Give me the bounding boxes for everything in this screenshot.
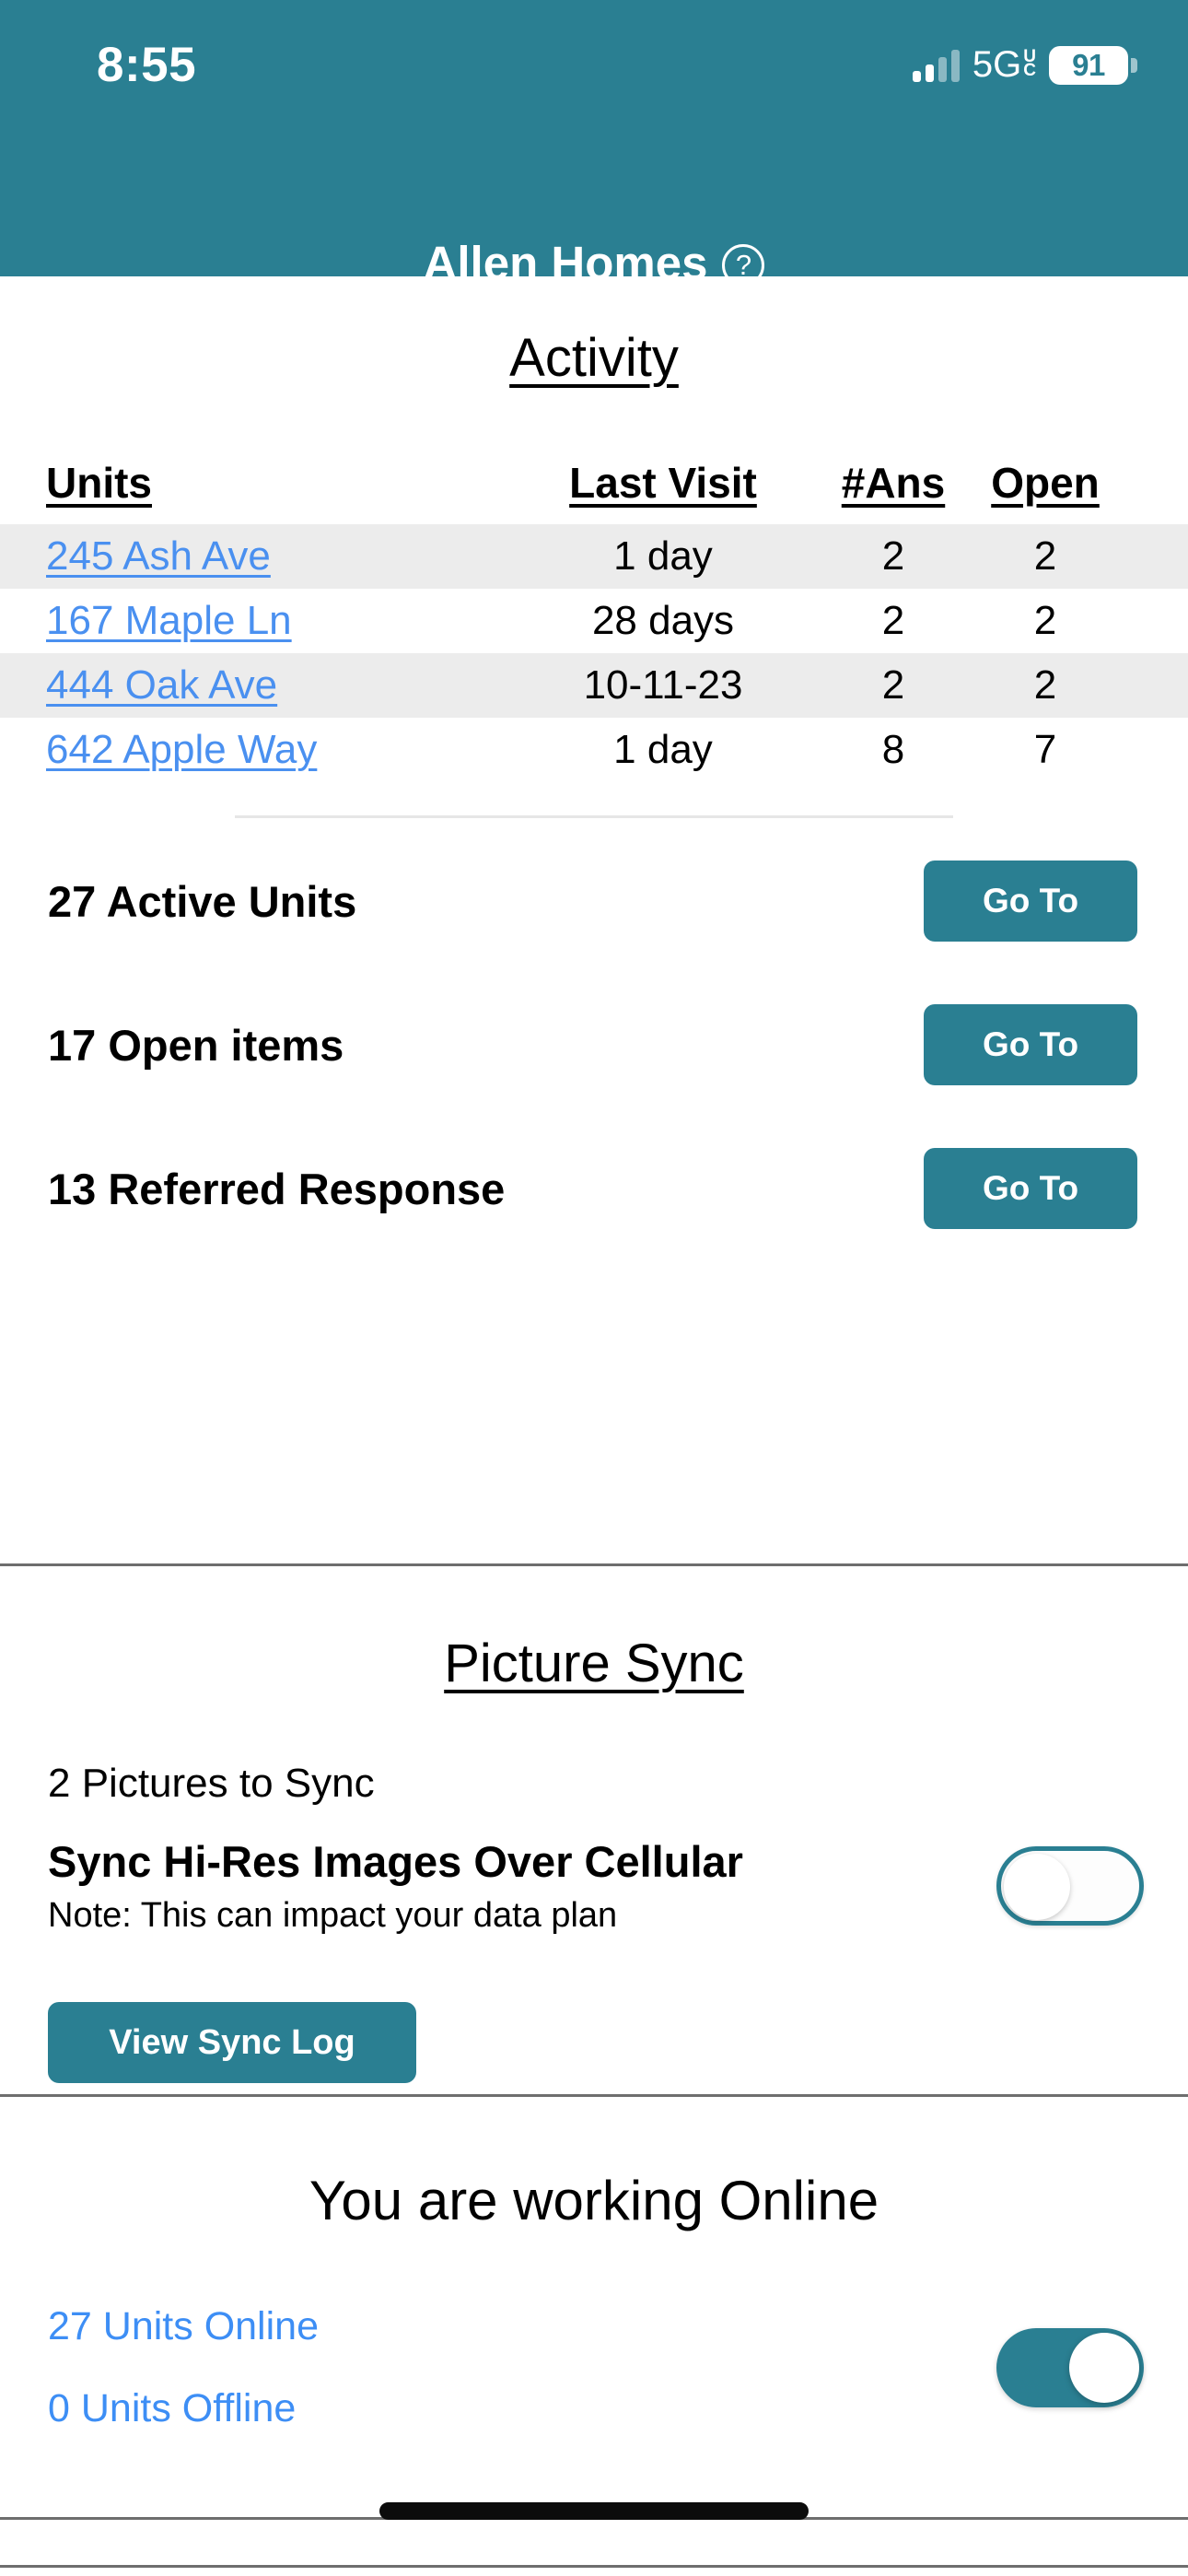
online-units-links: 27 Units Online 0 Units Offline bbox=[48, 2304, 319, 2431]
signal-bars-icon bbox=[912, 49, 960, 82]
open-items-label: 17 Open items bbox=[48, 1020, 344, 1070]
network-suffix-bottom: C bbox=[1023, 60, 1036, 80]
last-visit-cell: 10-11-23 bbox=[583, 662, 743, 708]
activity-table: Units Last Visit #Ans Open 245 Ash Ave 1… bbox=[0, 458, 1188, 779]
activity-summary: 27 Active Units Go To 17 Open items Go T… bbox=[0, 857, 1188, 1233]
online-status-title: You are working Online bbox=[309, 2170, 879, 2231]
online-mode-toggle[interactable] bbox=[996, 2328, 1144, 2407]
ans-count-cell: 2 bbox=[881, 533, 905, 579]
table-header-row: Units Last Visit #Ans Open bbox=[0, 458, 1188, 524]
picture-sync-section: Picture Sync 2 Pictures to Sync Sync Hi-… bbox=[0, 1566, 1188, 2083]
last-visit-cell: 28 days bbox=[591, 598, 735, 643]
table-row[interactable]: 642 Apple Way 1 day 8 7 bbox=[0, 718, 1188, 779]
summary-row-referred-response: 13 Referred Response Go To bbox=[0, 1144, 1188, 1233]
status-bar-time: 8:55 bbox=[97, 38, 197, 92]
activity-section-title: Activity bbox=[509, 328, 679, 388]
table-row[interactable]: 245 Ash Ave 1 day 2 2 bbox=[0, 524, 1188, 589]
toggle-knob bbox=[1069, 2333, 1139, 2403]
sync-cellular-toggle[interactable] bbox=[996, 1846, 1144, 1926]
battery-percent-label: 91 bbox=[1072, 47, 1105, 82]
unit-link[interactable]: 167 Maple Ln bbox=[46, 598, 507, 644]
screen-bottom-edge bbox=[0, 2565, 1188, 2568]
last-visit-cell: 1 day bbox=[613, 727, 713, 772]
home-indicator[interactable] bbox=[379, 2502, 809, 2520]
app-root: 8:55 5G U C 91 Logout Allen Homes ? Alle… bbox=[0, 0, 1188, 2576]
column-header-last-visit[interactable]: Last Visit bbox=[507, 458, 820, 508]
open-count-cell: 2 bbox=[1033, 533, 1057, 579]
last-visit-cell: 1 day bbox=[613, 533, 713, 579]
picture-sync-section-title: Picture Sync bbox=[444, 1633, 744, 1693]
go-to-referred-response-button[interactable]: Go To bbox=[924, 1148, 1137, 1229]
sync-cellular-row: Sync Hi-Res Images Over Cellular Note: T… bbox=[0, 1836, 1188, 1936]
network-type-text: 5G bbox=[972, 44, 1022, 85]
column-header-units[interactable]: Units bbox=[46, 458, 507, 508]
table-bottom-divider bbox=[235, 815, 953, 818]
table-row[interactable]: 167 Maple Ln 28 days 2 2 bbox=[0, 589, 1188, 653]
status-bar-indicators: 5G U C 91 bbox=[912, 44, 1137, 86]
unit-link[interactable]: 444 Oak Ave bbox=[46, 662, 507, 708]
column-header-open[interactable]: Open bbox=[967, 458, 1124, 508]
app-header: Logout Allen Homes ? Allen Homes bbox=[0, 111, 1188, 346]
toggle-knob bbox=[1004, 1854, 1070, 1920]
online-status-section: You are working Online 27 Units Online 0… bbox=[0, 2097, 1188, 2431]
ans-count-cell: 2 bbox=[881, 662, 905, 708]
open-count-cell: 7 bbox=[1033, 727, 1057, 772]
sync-cellular-label: Sync Hi-Res Images Over Cellular bbox=[48, 1837, 743, 1886]
summary-row-active-units: 27 Active Units Go To bbox=[0, 857, 1188, 945]
status-bar: 8:55 5G U C 91 bbox=[0, 0, 1188, 111]
ans-count-cell: 8 bbox=[881, 727, 905, 772]
column-header-ans[interactable]: #Ans bbox=[820, 458, 967, 508]
activity-section: Activity Units Last Visit #Ans Open 245 … bbox=[0, 276, 1188, 1288]
battery-icon: 91 bbox=[1049, 45, 1137, 85]
active-units-label: 27 Active Units bbox=[48, 876, 357, 926]
open-count-cell: 2 bbox=[1033, 598, 1057, 643]
unit-link[interactable]: 642 Apple Way bbox=[46, 727, 507, 773]
open-count-cell: 2 bbox=[1033, 662, 1057, 708]
go-to-active-units-button[interactable]: Go To bbox=[924, 861, 1137, 942]
table-body[interactable]: 245 Ash Ave 1 day 2 2 167 Maple Ln 28 da… bbox=[0, 524, 1188, 779]
go-to-open-items-button[interactable]: Go To bbox=[924, 1004, 1137, 1085]
units-online-link[interactable]: 27 Units Online bbox=[48, 2304, 319, 2349]
online-units-row: 27 Units Online 0 Units Offline bbox=[0, 2304, 1188, 2431]
units-offline-link[interactable]: 0 Units Offline bbox=[48, 2386, 319, 2431]
pictures-to-sync-label: 2 Pictures to Sync bbox=[48, 1761, 375, 1806]
table-row[interactable]: 444 Oak Ave 10-11-23 2 2 bbox=[0, 653, 1188, 718]
unit-link[interactable]: 245 Ash Ave bbox=[46, 533, 507, 580]
sync-cellular-text-block: Sync Hi-Res Images Over Cellular Note: T… bbox=[48, 1836, 743, 1936]
referred-response-label: 13 Referred Response bbox=[48, 1164, 506, 1213]
ans-count-cell: 2 bbox=[881, 598, 905, 643]
sync-cellular-note: Note: This can impact your data plan bbox=[48, 1896, 618, 1935]
view-sync-log-button[interactable]: View Sync Log bbox=[48, 2002, 416, 2083]
network-type-label: 5G U C bbox=[973, 44, 1036, 86]
summary-row-open-items: 17 Open items Go To bbox=[0, 1001, 1188, 1089]
